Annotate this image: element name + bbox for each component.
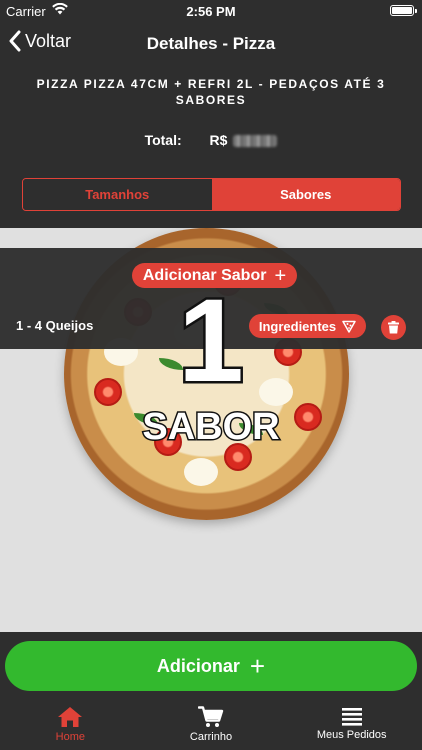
pizza-slice-icon (342, 320, 356, 333)
back-label: Voltar (25, 30, 72, 51)
add-to-cart-button[interactable]: Adicionar + (5, 641, 417, 691)
flavor-item-name: 1 - 4 Queijos (16, 318, 94, 333)
flavors-panel: Adicionar Sabor + 1 - 4 Queijos Ingredie… (0, 228, 422, 632)
total-row: Total: R$ (0, 132, 422, 148)
tab-sabores[interactable]: Sabores (211, 179, 400, 210)
clock: 2:56 PM (186, 4, 236, 19)
add-flavor-label: Adicionar Sabor (142, 266, 267, 284)
product-header: PIZZA PIZZA 47CM + REFRI 2L - PEDAÇOS AT… (0, 66, 422, 228)
ingredients-label: Ingredientes (258, 318, 337, 334)
back-button[interactable]: Voltar (8, 30, 71, 52)
tab-cart-label: Carrinho (189, 731, 233, 743)
tab-home[interactable]: Home (0, 698, 141, 750)
total-label: Total: (144, 132, 182, 148)
tab-bar: Home Carrinho Meus Pedidos (0, 698, 422, 750)
currency-symbol: R$ (209, 132, 228, 148)
tab-orders[interactable]: Meus Pedidos (281, 698, 422, 750)
add-label: Adicionar (156, 655, 240, 676)
blurred-price (233, 135, 278, 148)
tab-cart[interactable]: Carrinho (141, 698, 282, 750)
bottom-area: Adicionar + Home Carrinho Meus Pedidos (0, 632, 422, 750)
tab-home-label: Home (55, 731, 85, 743)
plus-icon: + (274, 264, 287, 287)
battery-icon (390, 5, 417, 16)
tab-tamanhos[interactable]: Tamanhos (23, 179, 212, 210)
add-flavor-button[interactable]: Adicionar Sabor + (132, 263, 297, 288)
tab-orders-label: Meus Pedidos (316, 729, 387, 741)
list-icon (341, 708, 362, 726)
trash-icon (388, 321, 399, 334)
navigation-bar: Voltar Detalhes - Pizza (0, 22, 422, 66)
status-bar: Carrier 2:56 PM (0, 0, 422, 22)
remove-flavor-button[interactable] (381, 315, 406, 340)
cart-icon (198, 706, 224, 727)
ingredients-button[interactable]: Ingredientes (249, 314, 366, 338)
plus-icon: + (249, 651, 266, 681)
total-value: R$ (210, 132, 278, 148)
product-name: PIZZA PIZZA 47CM + REFRI 2L - PEDAÇOS AT… (36, 77, 386, 107)
chevron-left-icon (9, 30, 21, 52)
segmented-control: Tamanhos Sabores (22, 178, 401, 211)
home-icon (58, 707, 83, 727)
